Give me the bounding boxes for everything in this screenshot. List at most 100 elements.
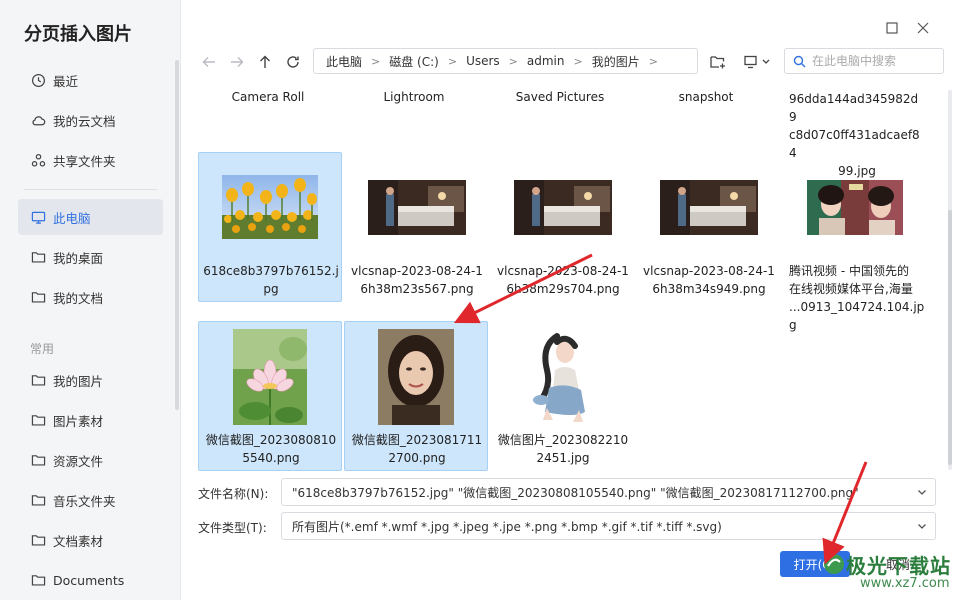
folder-icon xyxy=(30,572,46,588)
sidebar-item-label: 资源文件 xyxy=(53,453,104,469)
file-thumbnail xyxy=(233,329,307,425)
folder-icon xyxy=(30,372,46,388)
folder-item-lightroom[interactable]: Lightroom xyxy=(344,90,484,104)
sidebar-item-my-documents[interactable]: 我的文档 xyxy=(18,279,163,315)
sidebar-scrollbar[interactable] xyxy=(175,60,179,410)
sidebar-divider xyxy=(24,189,157,190)
file-thumbnail xyxy=(222,175,318,239)
sidebar-item-recent[interactable]: 最近 xyxy=(18,62,163,98)
breadcrumb-item[interactable]: admin xyxy=(527,54,565,68)
watermark-site: www.xz7.com xyxy=(860,576,950,591)
cancel-button[interactable]: 取消 xyxy=(862,551,934,577)
view-mode-button[interactable] xyxy=(743,52,773,72)
sidebar-section-frequent: 常用 xyxy=(30,342,55,356)
dialog-title: 分页插入图片 xyxy=(24,24,132,45)
sidebar-item-this-pc[interactable]: 此电脑 xyxy=(18,199,163,235)
breadcrumb-item[interactable]: Users xyxy=(466,54,500,68)
file-name: vlcsnap-2023-08-24-1 6h38m34s949.png xyxy=(643,264,775,296)
folder-icon xyxy=(30,532,46,548)
sidebar-item-picture-assets[interactable]: 图片素材 xyxy=(18,402,163,438)
folder-icon xyxy=(30,412,46,428)
file-item[interactable]: 96dda144ad345982d9 c8d07c0ff431adcaef84 … xyxy=(780,81,924,178)
refresh-icon xyxy=(287,56,299,68)
chevron-down-icon xyxy=(762,59,770,64)
new-folder-icon xyxy=(710,56,725,69)
file-item[interactable]: vlcsnap-2023-08-24-1 6h38m34s949.png xyxy=(636,152,780,302)
folder-icon xyxy=(30,452,46,468)
sidebar-item-label: 文档素材 xyxy=(53,533,104,549)
search-box[interactable] xyxy=(784,48,944,74)
filetype-value: 所有图片(*.emf *.wmf *.jpg *.jpeg *.jpe *.pn… xyxy=(292,519,722,534)
folder-item-snapshot[interactable]: snapshot xyxy=(636,90,776,104)
address-bar[interactable]: 此电脑 > 磁盘 (C:) > Users > admin > 我的图片 > xyxy=(313,48,698,74)
breadcrumb-item[interactable]: 此电脑 xyxy=(326,53,362,70)
sidebar-item-documents[interactable]: Documents xyxy=(18,562,163,598)
sidebar: 分页插入图片 最近 我的云文档 共享文件夹 此电脑 我的桌面 我的文档 常用 我… xyxy=(0,0,181,600)
file-item[interactable]: vlcsnap-2023-08-24-1 6h38m23s567.png xyxy=(344,152,488,302)
sidebar-item-label: 我的云文档 xyxy=(53,113,116,129)
file-name: vlcsnap-2023-08-24-1 6h38m23s567.png xyxy=(351,264,483,296)
sidebar-item-doc-assets[interactable]: 文档素材 xyxy=(18,522,163,558)
file-item-selected[interactable]: 618ce8b3797b76152.j pg xyxy=(198,152,342,302)
share-icon xyxy=(30,152,46,168)
chevron-right-icon: > xyxy=(508,54,518,68)
chevron-down-icon xyxy=(918,524,926,529)
clock-icon xyxy=(30,72,46,88)
file-item[interactable]: 微信图片_2023082210 2451.jpg xyxy=(490,321,634,471)
sidebar-item-desktop[interactable]: 我的桌面 xyxy=(18,239,163,275)
file-item[interactable]: vlcsnap-2023-08-24-1 6h38m29s704.png xyxy=(490,152,634,302)
file-item-selected[interactable]: 微信截图_2023080810 5540.png xyxy=(198,321,342,471)
back-button[interactable] xyxy=(199,52,219,72)
chevron-right-icon: > xyxy=(573,54,583,68)
file-thumbnail xyxy=(368,180,466,235)
chevron-right-icon: > xyxy=(447,54,458,68)
folder-item-camera-roll[interactable]: Camera Roll xyxy=(198,90,338,104)
sidebar-item-label: 最近 xyxy=(53,73,79,89)
file-item[interactable]: 腾讯视频 - 中国领先的 在线视频媒体平台,海量 ...0913_104724.… xyxy=(780,152,924,332)
chevron-down-icon xyxy=(918,490,926,495)
chevron-right-icon: > xyxy=(371,54,381,68)
filetype-select[interactable]: 所有图片(*.emf *.wmf *.jpg *.jpeg *.jpe *.pn… xyxy=(281,512,936,540)
sidebar-item-shared-folder[interactable]: 共享文件夹 xyxy=(18,142,163,178)
breadcrumb-item[interactable]: 磁盘 (C:) xyxy=(389,53,439,70)
maximize-button[interactable] xyxy=(882,18,902,38)
file-list-scrollbar-thumb[interactable] xyxy=(948,210,952,465)
search-input[interactable] xyxy=(812,54,932,68)
sidebar-item-label: 我的图片 xyxy=(53,373,104,389)
filename-label: 文件名称(N): xyxy=(198,487,269,501)
arrow-left-icon xyxy=(202,57,215,67)
close-button[interactable] xyxy=(913,18,933,38)
refresh-button[interactable] xyxy=(283,52,303,72)
file-name: vlcsnap-2023-08-24-1 6h38m29s704.png xyxy=(497,264,629,296)
sidebar-item-music-folder[interactable]: 音乐文件夹 xyxy=(18,482,163,518)
view-mode-icon xyxy=(744,55,770,69)
file-item-selected[interactable]: 微信截图_2023081711 2700.png xyxy=(344,321,488,471)
up-button[interactable] xyxy=(255,52,275,72)
close-icon xyxy=(917,22,929,34)
sidebar-item-label: 此电脑 xyxy=(53,210,91,226)
file-thumbnail xyxy=(378,329,454,425)
folder-item-saved-pictures[interactable]: Saved Pictures xyxy=(490,90,630,104)
sidebar-item-my-pictures[interactable]: 我的图片 xyxy=(18,362,163,398)
sidebar-item-label: 共享文件夹 xyxy=(53,153,116,169)
file-name: 618ce8b3797b76152.j pg xyxy=(203,264,339,296)
forward-button[interactable] xyxy=(227,52,247,72)
arrow-up-icon xyxy=(260,55,270,68)
monitor-icon xyxy=(30,209,46,225)
file-thumbnail xyxy=(514,180,612,235)
sidebar-item-cloud-docs[interactable]: 我的云文档 xyxy=(18,102,163,138)
file-name: 腾讯视频 - 中国领先的 在线视频媒体平台,海量 ...0913_104724.… xyxy=(789,264,925,332)
sidebar-item-label: 我的文档 xyxy=(53,290,104,306)
new-folder-button[interactable] xyxy=(708,52,728,72)
filename-field[interactable]: "618ce8b3797b76152.jpg" "微信截图_2023080810… xyxy=(281,478,936,506)
file-name: 微信图片_2023082210 2451.jpg xyxy=(497,433,629,465)
chevron-right-icon: > xyxy=(648,54,658,68)
file-thumbnail xyxy=(527,330,599,426)
sidebar-item-resource-files[interactable]: 资源文件 xyxy=(18,442,163,478)
open-button[interactable]: 打开(O) xyxy=(780,551,850,577)
filename-value: "618ce8b3797b76152.jpg" "微信截图_2023080810… xyxy=(292,485,859,500)
folder-icon xyxy=(30,249,46,265)
sidebar-item-label: 我的桌面 xyxy=(53,250,104,266)
breadcrumb-item[interactable]: 我的图片 xyxy=(592,53,640,70)
sidebar-item-label: Documents xyxy=(53,572,125,588)
